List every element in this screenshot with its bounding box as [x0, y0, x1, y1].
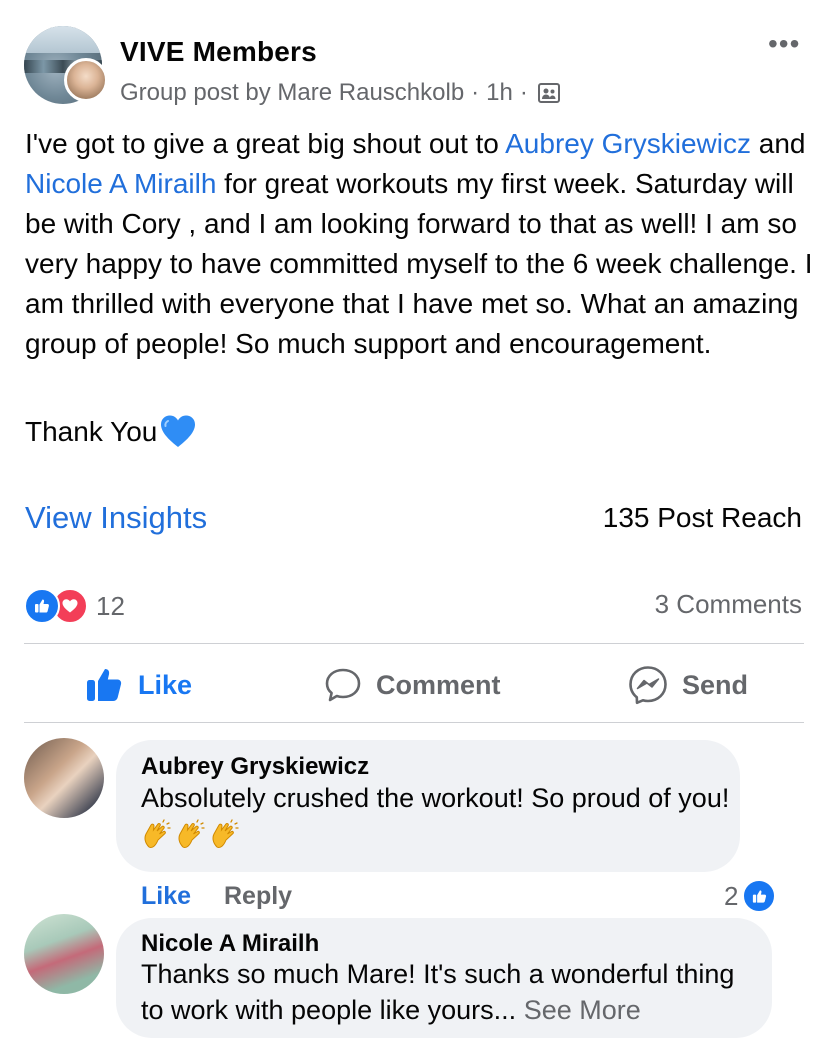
group-avatar-sky	[24, 26, 102, 54]
send-button[interactable]: Send	[628, 660, 748, 710]
divider	[24, 643, 804, 644]
comment-icon	[325, 668, 361, 702]
post-thanks: Thank You	[25, 412, 197, 452]
see-more-link[interactable]: See More	[524, 995, 641, 1025]
thumbs-up-icon	[87, 669, 122, 701]
like-reaction-icon	[24, 588, 60, 624]
comment-reaction-summary[interactable]: 2	[724, 879, 777, 913]
comment-avatar[interactable]	[24, 914, 104, 994]
like-reaction-icon	[742, 879, 777, 913]
reaction-count: 12	[96, 590, 125, 621]
view-insights-link[interactable]: View Insights	[25, 500, 207, 536]
byline-text[interactable]: Group post by Mare Rauschkolb	[120, 79, 464, 107]
post-text: I've got to give a great big shout out t…	[25, 124, 815, 364]
comment-text-body: Absolutely crushed the workout! So proud…	[141, 783, 730, 813]
send-label: Send	[682, 669, 749, 700]
clapping-hands-icon	[141, 819, 243, 849]
mention-aubrey[interactable]: Aubrey Gryskiewicz	[505, 128, 751, 159]
group-name[interactable]: VIVE Members	[120, 36, 317, 68]
comments-count[interactable]: 3 Comments	[655, 589, 802, 620]
comment-like-button[interactable]: Like	[141, 882, 191, 911]
post-byline: Group post by Mare Rauschkolb · 1h ·	[120, 79, 561, 107]
members-group-icon	[537, 81, 561, 105]
comment-button[interactable]: Comment	[324, 660, 501, 710]
comment-text: Thanks so much Mare! It's such a wonderf…	[141, 956, 761, 1028]
post-text-part: and	[750, 128, 806, 159]
divider	[24, 722, 804, 723]
comment-avatar[interactable]	[24, 738, 104, 818]
separator: ·	[471, 79, 480, 106]
comment-author[interactable]: Aubrey Gryskiewicz	[141, 753, 369, 781]
comment-text-body: Thanks so much Mare! It's such a wonderf…	[141, 959, 735, 1025]
reactions-summary[interactable]: 12	[24, 588, 125, 624]
like-label: Like	[138, 669, 193, 700]
post-time[interactable]: 1h	[486, 79, 513, 107]
messenger-icon	[629, 666, 667, 705]
thanks-text: Thank You	[25, 416, 158, 447]
post-reach: 135 Post Reach	[602, 502, 802, 533]
like-button[interactable]: Like	[86, 660, 192, 710]
comment-reaction-count: 2	[724, 880, 739, 911]
blue-heart-icon	[159, 413, 197, 451]
comment-author[interactable]: Nicole A Mirailh	[141, 930, 319, 958]
mention-nicole[interactable]: Nicole A Mirailh	[25, 168, 216, 199]
poster-avatar[interactable]	[64, 58, 108, 102]
post-text-part: I've got to give a great big shout out t…	[25, 128, 506, 159]
comment-label: Comment	[376, 669, 501, 700]
separator: ·	[519, 79, 528, 106]
comment-reply-button[interactable]: Reply	[224, 882, 292, 911]
comment-text: Absolutely crushed the workout! So proud…	[141, 780, 731, 852]
more-options-icon[interactable]: •••	[768, 30, 806, 58]
